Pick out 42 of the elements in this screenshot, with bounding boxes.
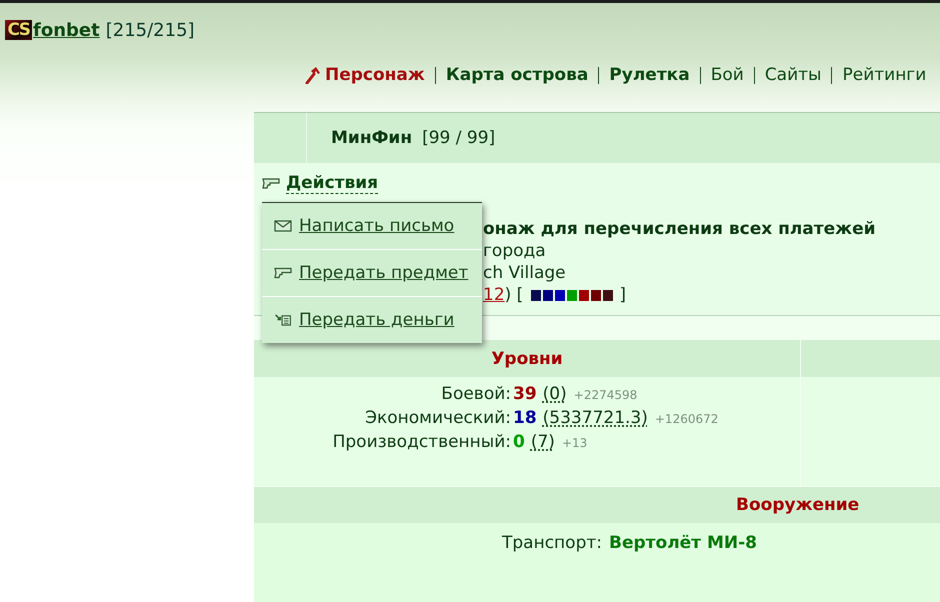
level-label: Боевой:: [441, 384, 511, 404]
info-text: ch Village: [483, 263, 566, 283]
level-gain: +2274598: [574, 388, 638, 402]
energy-counter: [215/215]: [106, 20, 195, 40]
level-points: (5337721.3): [542, 408, 648, 428]
equipment-value: Вертолёт МИ-8: [609, 533, 757, 553]
logo: CS: [5, 20, 32, 40]
info-text: ]: [619, 285, 626, 305]
level-points: (7): [530, 432, 555, 452]
health-counter: [99 / 99]: [422, 128, 496, 148]
nav-link[interactable]: Рейтинги: [842, 65, 926, 85]
nav-link[interactable]: Персонаж: [325, 65, 425, 85]
actions-toggle[interactable]: Действия: [262, 173, 378, 194]
level-value: 39: [513, 384, 537, 404]
level-gain: +13: [562, 436, 588, 450]
rank-link[interactable]: 12: [483, 285, 505, 305]
info-title: онаж для перечисления всех платежей: [483, 219, 876, 239]
level-points: (0): [542, 384, 567, 404]
equipment-label: Транспорт:: [502, 533, 602, 553]
level-label: Производственный:: [332, 432, 511, 452]
menu-item[interactable]: Написать письмо: [262, 203, 482, 249]
menu-item[interactable]: Передать деньги: [262, 297, 482, 343]
section-title: Уровни: [491, 348, 563, 368]
nav-link[interactable]: Бой: [710, 65, 744, 85]
level-value: 18: [513, 408, 537, 428]
envelope-icon: [274, 220, 292, 232]
nav-link[interactable]: Сайты: [764, 65, 822, 85]
info-text: ) [: [504, 285, 524, 305]
pistol-icon: [262, 178, 280, 189]
character-name: МинФин: [331, 128, 412, 148]
level-label: Экономический:: [365, 408, 511, 428]
hammer-icon: [305, 66, 321, 84]
arrow-document-icon: [274, 314, 292, 326]
level-value: 0: [513, 432, 525, 452]
level-gain: +1260672: [654, 412, 718, 426]
section-title: Вооружение: [736, 495, 860, 515]
info-text: города: [483, 241, 546, 261]
site-link[interactable]: fonbet: [33, 20, 100, 40]
pistol-icon: [274, 267, 292, 279]
nav-link[interactable]: Рулетка: [609, 65, 690, 85]
nav-link[interactable]: Карта острова: [446, 65, 588, 85]
menu-item[interactable]: Передать предмет: [262, 250, 482, 296]
